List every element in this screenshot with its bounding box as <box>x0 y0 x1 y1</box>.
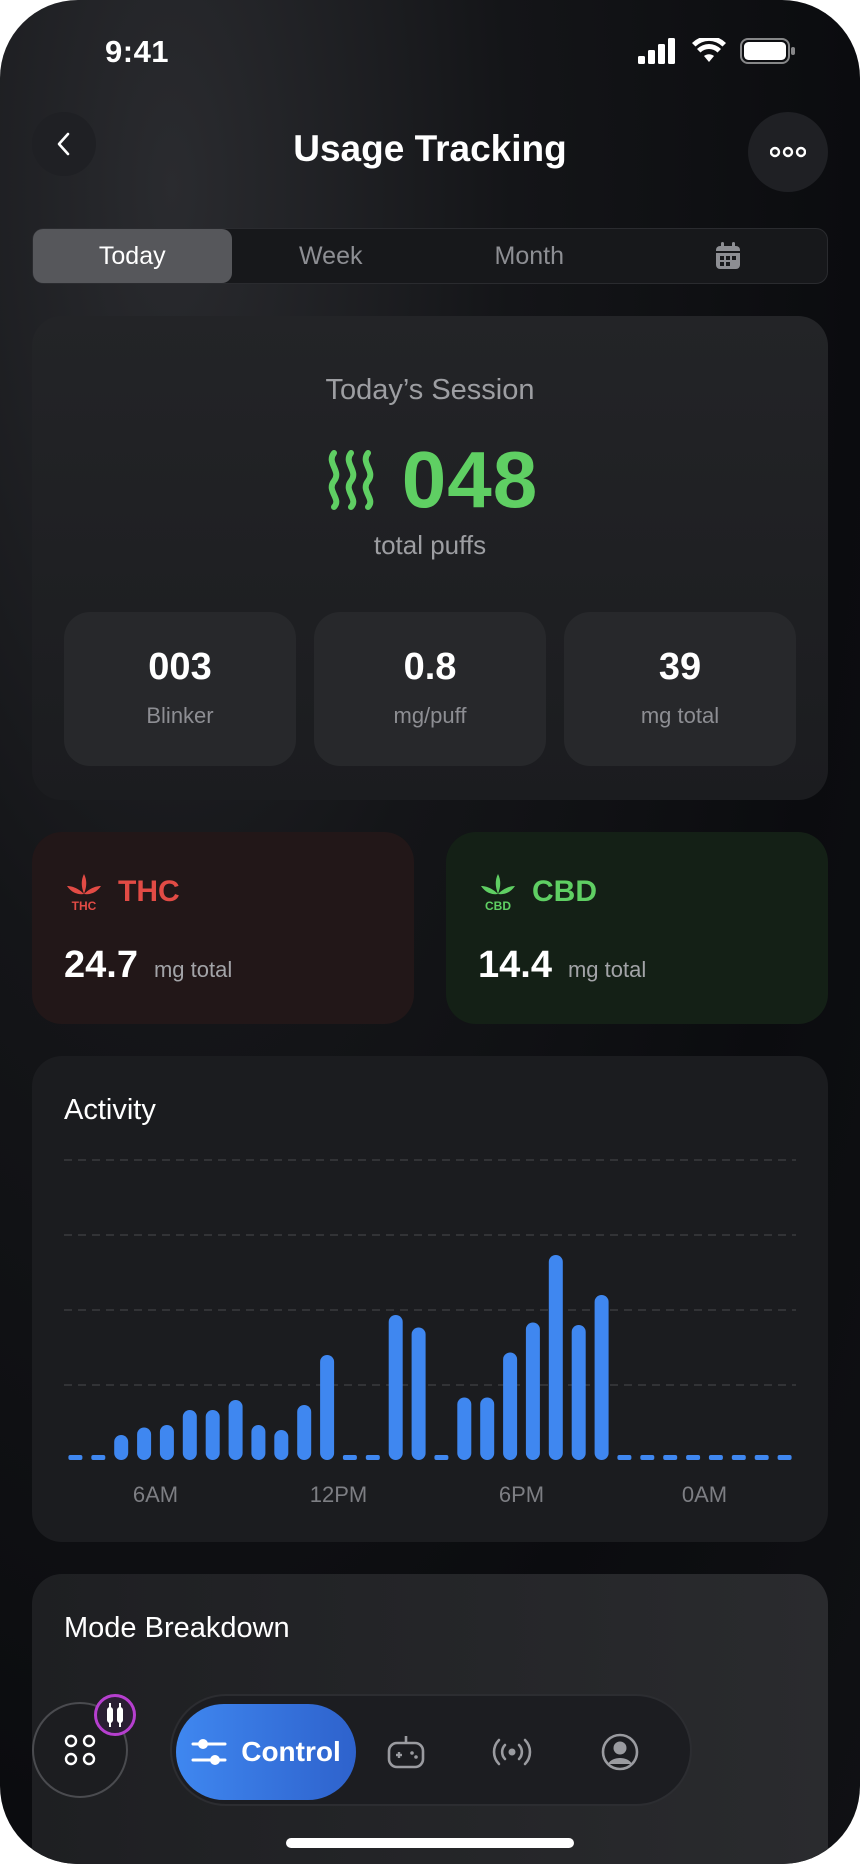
mode-breakdown-title: Mode Breakdown <box>64 1612 290 1644</box>
nav-control-label: Control <box>241 1736 341 1767</box>
activity-bar <box>686 1455 701 1460</box>
stat-value: 0.8 <box>403 646 457 688</box>
activity-bar <box>754 1455 769 1460</box>
x-tick-label: 6AM <box>133 1482 178 1507</box>
cbd-icon-text: CBD <box>485 899 511 912</box>
cbd-value-row: 14.4 mg total <box>478 944 646 987</box>
status-icons <box>638 38 796 64</box>
activity-bar <box>640 1455 655 1460</box>
vapor-icon <box>328 450 373 510</box>
vape-device-icon <box>107 1703 123 1727</box>
thc-header: THC THC <box>64 872 180 912</box>
broadcast-icon <box>492 1738 532 1766</box>
stat-value: 003 <box>148 646 212 688</box>
activity-bar <box>708 1455 723 1460</box>
activity-bar <box>159 1425 174 1460</box>
nav-broadcast-button[interactable] <box>484 1724 540 1780</box>
activity-bar <box>457 1397 472 1460</box>
more-horizontal-icon <box>770 146 806 158</box>
activity-bar <box>594 1295 609 1460</box>
activity-bar <box>663 1455 678 1460</box>
gamepad-icon <box>387 1736 425 1769</box>
stat-blinker: 003 Blinker <box>64 612 296 766</box>
activity-bar <box>182 1410 197 1460</box>
activity-bar <box>68 1455 83 1460</box>
status-time: 9:41 <box>105 34 170 69</box>
cbd-leaf-icon: CBD <box>481 874 515 912</box>
thc-icon-text: THC <box>72 899 97 912</box>
activity-bar <box>731 1455 746 1460</box>
page-title: Usage Tracking <box>293 128 567 169</box>
profile-icon <box>601 1733 639 1771</box>
thc-value-row: 24.7 mg total <box>64 944 232 987</box>
activity-bar <box>297 1405 312 1460</box>
activity-bar <box>342 1455 357 1460</box>
activity-bar <box>228 1400 243 1460</box>
activity-bar <box>548 1255 563 1460</box>
signal-icon <box>638 38 675 64</box>
activity-bar <box>114 1435 129 1460</box>
more-options-button[interactable] <box>748 112 828 192</box>
session-label: Today’s Session <box>325 374 535 406</box>
activity-bar <box>274 1430 289 1460</box>
activity-bar <box>388 1315 403 1460</box>
tab-month[interactable]: Month <box>430 229 629 283</box>
activity-bar <box>525 1322 540 1460</box>
thc-card[interactable]: THC THC 24.7 mg total <box>32 832 414 1024</box>
activity-bar <box>411 1327 426 1460</box>
activity-bar <box>480 1397 495 1460</box>
sliders-icon <box>191 1739 227 1765</box>
activity-bar <box>365 1455 380 1460</box>
session-value-row: 048 <box>32 434 828 526</box>
nav-game-button[interactable] <box>378 1724 434 1780</box>
tab-calendar[interactable] <box>629 229 828 283</box>
thc-value: 24.7 <box>64 944 138 986</box>
cbd-unit: mg total <box>567 957 647 982</box>
session-unit: total puffs <box>373 530 487 560</box>
activity-bar <box>251 1425 266 1460</box>
x-tick-label: 0AM <box>682 1482 727 1507</box>
cbd-card[interactable]: CBD CBD 14.4 mg total <box>446 832 828 1024</box>
activity-chart: 6AM 12PM 6PM 0AM <box>64 1159 796 1507</box>
activity-bar <box>617 1455 632 1460</box>
cbd-value: 14.4 <box>478 944 552 986</box>
stat-mg-per-puff: 0.8 mg/puff <box>314 612 546 766</box>
activity-bar <box>205 1410 220 1460</box>
phone-screen: 9:41 Usage Tracking Today Week Month Tod… <box>0 0 860 1864</box>
calendar-icon <box>715 242 740 269</box>
bottom-nav: Control <box>170 1694 692 1806</box>
wifi-icon <box>692 38 726 62</box>
activity-card: Activity 6AM 12PM 6PM 0AM <box>32 1056 828 1542</box>
stat-value: 39 <box>658 646 702 688</box>
home-indicator <box>286 1838 574 1848</box>
cbd-title: CBD <box>532 875 597 908</box>
nav-profile-button[interactable] <box>592 1724 648 1780</box>
stat-mg-total: 39 mg total <box>564 612 796 766</box>
session-card: Today’s Session 048 total puffs 003 Blin… <box>32 316 828 800</box>
activity-bar <box>91 1455 106 1460</box>
stat-label: mg total <box>640 703 720 728</box>
activity-bar <box>320 1355 335 1460</box>
apps-grid-icon <box>64 1734 96 1766</box>
activity-bar <box>777 1455 792 1460</box>
battery-icon <box>740 38 795 64</box>
tab-week[interactable]: Week <box>232 229 431 283</box>
thc-title: THC <box>118 875 180 908</box>
thc-unit: mg total <box>153 957 233 982</box>
x-tick-label: 6PM <box>499 1482 544 1507</box>
stat-label: Blinker <box>146 703 214 728</box>
activity-bar <box>571 1325 586 1460</box>
activity-bar <box>137 1427 152 1460</box>
nav-control-button[interactable]: Control <box>176 1704 356 1800</box>
activity-bar <box>503 1352 518 1460</box>
range-tabs: Today Week Month <box>32 228 828 284</box>
cbd-header: CBD CBD <box>478 872 597 912</box>
x-tick-label: 12PM <box>310 1482 367 1507</box>
total-puffs-value: 048 <box>401 435 539 524</box>
device-badge <box>94 1694 136 1736</box>
thc-leaf-icon: THC <box>67 874 101 912</box>
activity-bar <box>434 1455 449 1460</box>
stat-label: mg/puff <box>393 703 467 728</box>
tab-today[interactable]: Today <box>33 229 232 283</box>
